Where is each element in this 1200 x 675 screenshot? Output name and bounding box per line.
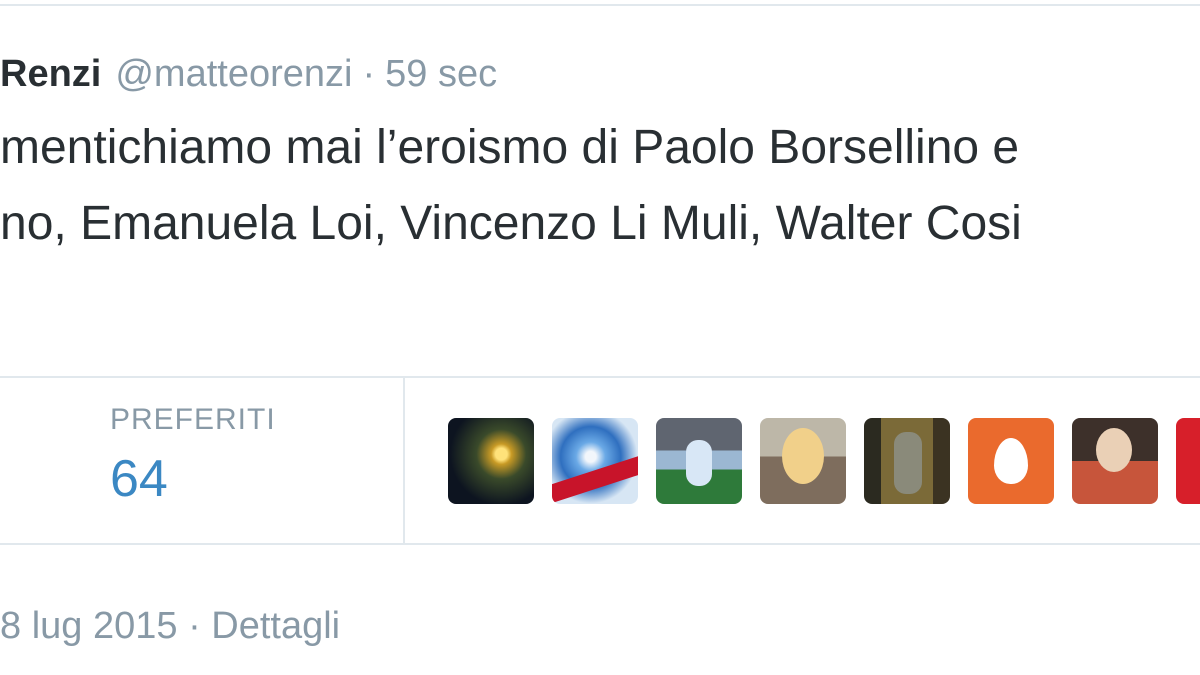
default-egg-avatar[interactable] — [968, 418, 1054, 504]
man-in-suit-avatar[interactable] — [864, 418, 950, 504]
author-name[interactable]: Renzi — [0, 53, 101, 95]
header-separator: · — [362, 53, 376, 95]
stats-vertical-divider — [403, 378, 405, 543]
globe-logo-avatar[interactable] — [552, 418, 638, 504]
stats-top-divider — [0, 376, 1200, 378]
author-handle[interactable]: @matteorenzi — [115, 53, 352, 95]
tweet-header: Renzi @matteorenzi · 59 sec — [0, 46, 497, 102]
tweet-footer: 8 lug 2015 · Dettagli — [0, 598, 340, 654]
tweet-timestamp[interactable]: 59 sec — [385, 53, 497, 95]
favorites-stat[interactable]: PREFERITI 64 — [110, 398, 276, 514]
football-player-avatar[interactable] — [656, 418, 742, 504]
earth-from-space-avatar[interactable] — [448, 418, 534, 504]
top-border — [0, 0, 1200, 6]
tweet-text: mentichiamo mai l’eroismo di Paolo Borse… — [0, 110, 1200, 262]
footer-separator: · — [188, 605, 201, 647]
details-link[interactable]: Dettagli — [211, 605, 340, 647]
egg-icon — [994, 438, 1028, 484]
tweet-text-line-2: no, Emanuela Loi, Vincenzo Li Muli, Walt… — [0, 197, 1022, 250]
stats-bottom-divider — [0, 543, 1200, 545]
blonde-woman-avatar[interactable] — [760, 418, 846, 504]
favorites-count: 64 — [110, 450, 168, 508]
favoriters-avatar-row — [448, 418, 1200, 504]
tweet-text-line-1: mentichiamo mai l’eroismo di Paolo Borse… — [0, 121, 1020, 174]
tweet-date: 8 lug 2015 — [0, 605, 178, 647]
red-avatar[interactable] — [1176, 418, 1200, 504]
woman-portrait-avatar[interactable] — [1072, 418, 1158, 504]
favorites-label: PREFERITI — [110, 403, 276, 436]
